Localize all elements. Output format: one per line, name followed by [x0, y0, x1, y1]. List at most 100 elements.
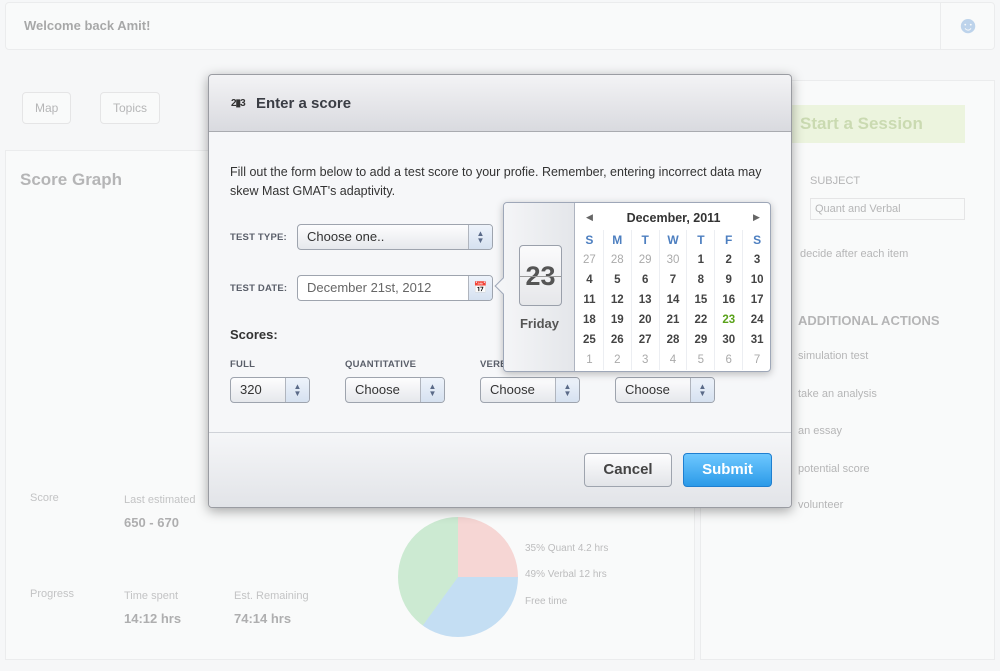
scores-heading: Scores:: [230, 327, 278, 342]
welcome-text: Welcome back Amit!: [24, 18, 151, 33]
calendar-day[interactable]: 8: [687, 270, 716, 290]
weekday-header: S: [576, 230, 604, 250]
test-date-input[interactable]: December 21st, 2012 📅: [297, 275, 493, 301]
test-type-label: TEST TYPE:: [230, 232, 287, 243]
calendar-day[interactable]: 30: [660, 250, 688, 270]
stat-value: 14:12 hrs: [124, 611, 182, 626]
subject-label: SUBJECT: [810, 175, 861, 187]
calendar-day[interactable]: 7: [743, 350, 771, 370]
pie-legend-item: 35% Quant 4.2 hrs: [525, 543, 609, 554]
calendar-day[interactable]: 11: [576, 290, 604, 310]
calendar-day[interactable]: 17: [743, 290, 771, 310]
top-bar: [5, 2, 995, 50]
calendar-day[interactable]: 6: [715, 350, 744, 370]
action-item[interactable]: volunteer: [798, 499, 843, 511]
tab-map[interactable]: Map: [22, 92, 72, 124]
user-icon[interactable]: ☻: [940, 2, 995, 50]
calendar-day[interactable]: 28: [660, 330, 688, 350]
calendar-day[interactable]: 4: [660, 350, 688, 370]
dialog-header: 2▮3 Enter a score: [209, 75, 791, 132]
action-item[interactable]: simulation test: [798, 350, 868, 362]
quant-score-select[interactable]: Choose ▲ ▼: [345, 377, 445, 403]
fourth-score-value: Choose: [625, 382, 670, 397]
stat-value: 650 - 670: [124, 515, 179, 530]
weekday-header: S: [753, 233, 762, 247]
calendar-day[interactable]: 27: [576, 250, 604, 270]
weekday-header: W: [660, 230, 688, 250]
option-text: decide after each item: [800, 248, 909, 260]
weekday-header: T: [632, 230, 660, 250]
calendar-week-row: 4 5 6 7 8 9 10: [576, 270, 771, 290]
calendar-day[interactable]: 29: [687, 330, 716, 350]
subject-select[interactable]: Quant and Verbal: [810, 198, 965, 220]
action-item[interactable]: potential score: [798, 463, 870, 475]
calendar-day[interactable]: 13: [632, 290, 660, 310]
calendar-day[interactable]: 6: [632, 270, 660, 290]
pie-legend-item: 49% Verbal 12 hrs: [525, 569, 607, 580]
tab-topics[interactable]: Topics: [100, 92, 161, 124]
calendar-day[interactable]: 15: [687, 290, 716, 310]
calendar-day[interactable]: 22: [687, 310, 716, 330]
updown-arrows-icon: ▲ ▼: [468, 225, 492, 249]
calendar-day[interactable]: 18: [576, 310, 604, 330]
calendar-day[interactable]: 3: [632, 350, 660, 370]
calendar-grid: S M T W T F S 27 28 29 30 1 2 3 4 5 6 7 8 9 10 11 12 13 14 15 16 17…: [576, 230, 771, 370]
calendar-week-row: 27 28 29 30 1 2 3: [576, 250, 771, 270]
test-date-label: TEST DATE:: [230, 283, 288, 294]
verbal-score-select[interactable]: Choose ▲ ▼: [480, 377, 580, 403]
calendar-day[interactable]: 14: [660, 290, 688, 310]
updown-arrows-icon: ▲ ▼: [555, 378, 579, 402]
stat-label: Last estimated: [124, 494, 196, 506]
cancel-button[interactable]: Cancel: [584, 453, 672, 487]
calendar-day[interactable]: 28: [604, 250, 632, 270]
calendar-day[interactable]: 5: [687, 350, 716, 370]
footer-divider: [209, 432, 791, 433]
calendar-day[interactable]: 1: [576, 350, 604, 370]
calendar-day[interactable]: 27: [632, 330, 660, 350]
submit-button[interactable]: Submit: [683, 453, 772, 487]
calendar-day[interactable]: 19: [604, 310, 632, 330]
calendar-day[interactable]: 31: [743, 330, 771, 350]
next-month-button[interactable]: ▶: [753, 212, 760, 223]
stat-label: Est. Remaining: [234, 590, 309, 602]
full-score-select[interactable]: 320 ▲ ▼: [230, 377, 310, 403]
calendar-day[interactable]: 7: [660, 270, 688, 290]
updown-arrows-icon: ▲ ▼: [420, 378, 444, 402]
calendar-day[interactable]: 30: [715, 330, 744, 350]
quant-score-value: Choose: [355, 382, 400, 397]
calendar-day[interactable]: 4: [576, 270, 604, 290]
stat-label: Time spent: [124, 590, 179, 602]
calendar-day[interactable]: 21: [660, 310, 688, 330]
calendar-day[interactable]: 12: [604, 290, 632, 310]
calendar-icon[interactable]: 📅: [468, 276, 492, 300]
calendar-day[interactable]: 24: [743, 310, 771, 330]
score-graph-title: Score Graph: [20, 170, 123, 189]
full-score-value: 320: [240, 382, 262, 397]
calendar-day[interactable]: 29: [632, 250, 660, 270]
calendar-day[interactable]: 9: [715, 270, 744, 290]
calendar-day-selected[interactable]: 23: [715, 310, 744, 330]
action-item[interactable]: an essay: [798, 425, 842, 437]
mini-chart-score: Score: [30, 492, 59, 504]
calendar-day[interactable]: 3: [743, 250, 771, 270]
fourth-score-select[interactable]: Choose ▲ ▼: [615, 377, 715, 403]
date-picker-popover: 23 Friday ◀ December, 2011 ▶ S M T W T F S 27 28…: [494, 202, 771, 372]
calendar-day[interactable]: 16: [715, 290, 744, 310]
calendar-day[interactable]: 25: [576, 330, 604, 350]
weekday-header: T: [687, 230, 716, 250]
calendar-day[interactable]: 2: [604, 350, 632, 370]
weekday-header-row: SMTWTFS: [576, 230, 771, 250]
calendar-day[interactable]: 10: [743, 270, 771, 290]
calendar-day[interactable]: 1: [687, 250, 716, 270]
test-type-select[interactable]: Choose one.. ▲ ▼: [297, 224, 493, 250]
action-item[interactable]: take an analysis: [798, 388, 877, 400]
calendar-day[interactable]: 20: [632, 310, 660, 330]
dialog-title: Enter a score: [256, 95, 352, 112]
calendar-month: December, 2011: [626, 211, 721, 225]
calendar-day[interactable]: 26: [604, 330, 632, 350]
selected-day: 23: [519, 245, 562, 306]
mini-chart-progress: Progress: [30, 588, 75, 600]
calendar-day[interactable]: 5: [604, 270, 632, 290]
calendar-day[interactable]: 2: [715, 250, 744, 270]
dialog-intro: Fill out the form below to add a test sc…: [230, 165, 762, 198]
